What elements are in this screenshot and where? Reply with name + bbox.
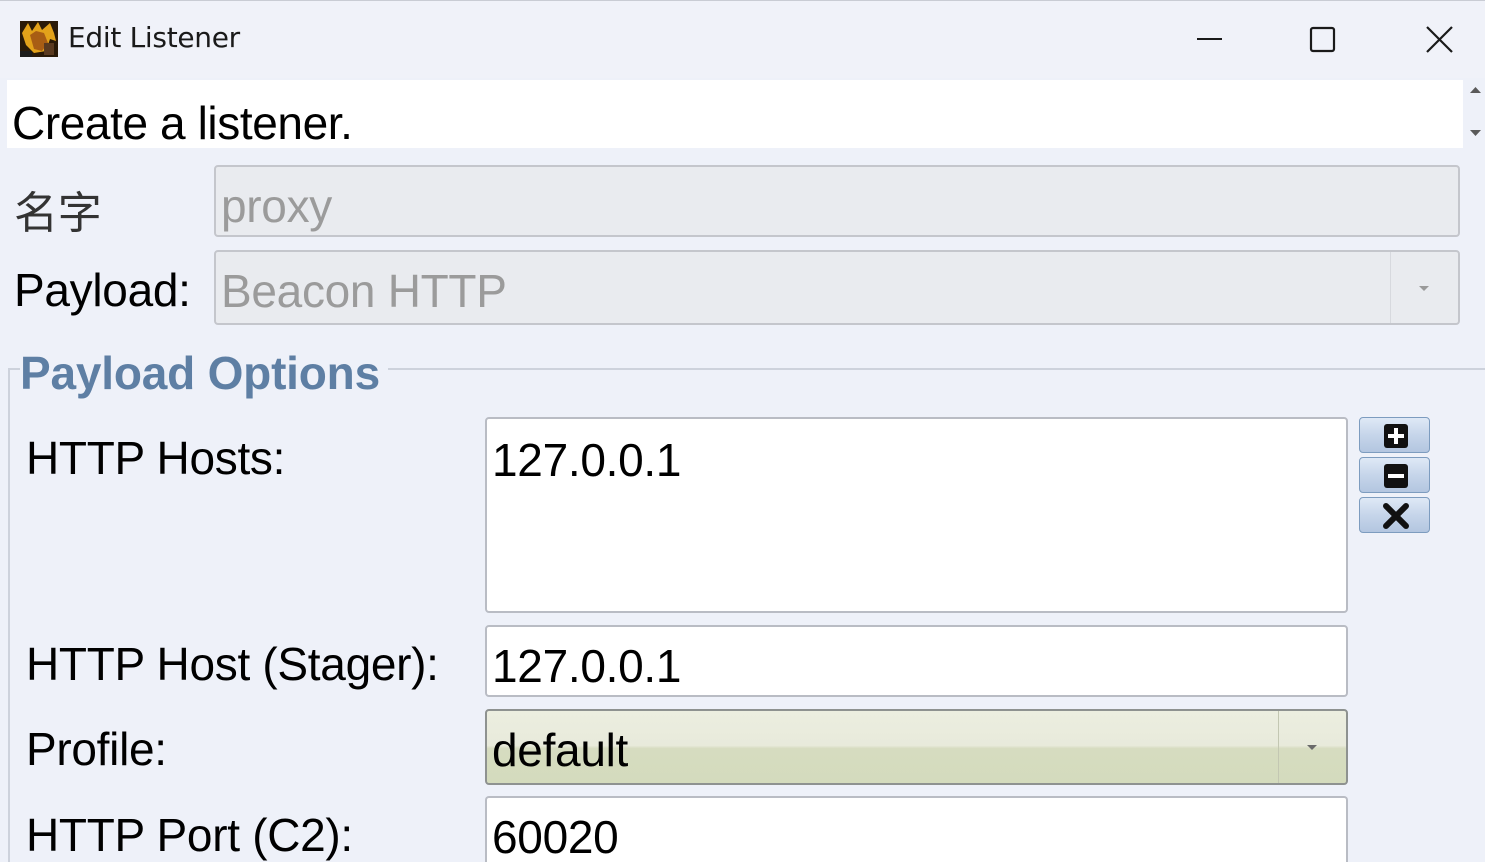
payload-value: Beacon HTTP — [221, 265, 507, 317]
profile-label: Profile: — [26, 723, 167, 775]
payload-select[interactable]: Beacon HTTP — [214, 250, 1460, 325]
fieldset-border-left — [8, 368, 10, 862]
port-label: HTTP Port (C2): — [26, 809, 353, 861]
window-title: Edit Listener — [68, 21, 240, 54]
stager-host-value: 127.0.0.1 — [492, 640, 682, 692]
port-value: 60020 — [492, 811, 619, 862]
stager-host-label: HTTP Host (Stager): — [26, 638, 439, 690]
chevron-down-icon — [1307, 745, 1317, 750]
profile-select[interactable]: default — [485, 709, 1348, 785]
clear-icon — [1383, 503, 1409, 529]
title-bar[interactable]: Edit Listener — [0, 0, 1485, 78]
remove-host-button[interactable] — [1359, 457, 1430, 493]
payload-label: Payload: — [14, 264, 191, 316]
minimize-icon — [1197, 38, 1222, 40]
profile-dropdown-button[interactable] — [1278, 711, 1346, 783]
profile-value: default — [492, 724, 629, 776]
name-label: 名字 — [14, 188, 102, 239]
close-button[interactable] — [1383, 1, 1485, 79]
chevron-down-icon — [1419, 286, 1429, 291]
http-hosts-label: HTTP Hosts: — [26, 432, 286, 484]
add-host-button[interactable] — [1359, 417, 1430, 453]
close-icon — [1426, 26, 1453, 53]
payload-options-legend: Payload Options — [20, 346, 388, 400]
name-field[interactable]: proxy — [214, 165, 1460, 237]
app-icon — [20, 21, 58, 57]
scroll-down-icon[interactable] — [1470, 130, 1481, 136]
maximize-icon — [1309, 26, 1336, 53]
add-icon — [1384, 424, 1408, 448]
list-item[interactable]: 127.0.0.1 — [492, 433, 681, 487]
minimize-button[interactable] — [1151, 1, 1267, 79]
description-banner: Create a listener. — [7, 80, 1463, 149]
http-hosts-list[interactable]: 127.0.0.1 — [485, 417, 1348, 613]
banner-scrollbar[interactable] — [1466, 80, 1485, 148]
description-text: Create a listener. — [12, 97, 353, 149]
maximize-button[interactable] — [1267, 1, 1383, 79]
remove-icon — [1384, 464, 1408, 488]
clear-hosts-button[interactable] — [1359, 497, 1430, 533]
payload-dropdown-button[interactable] — [1390, 252, 1458, 323]
port-input[interactable]: 60020 — [485, 796, 1348, 862]
name-value: proxy — [221, 180, 332, 232]
stager-host-input[interactable]: 127.0.0.1 — [485, 625, 1348, 697]
scroll-up-icon[interactable] — [1470, 87, 1481, 93]
